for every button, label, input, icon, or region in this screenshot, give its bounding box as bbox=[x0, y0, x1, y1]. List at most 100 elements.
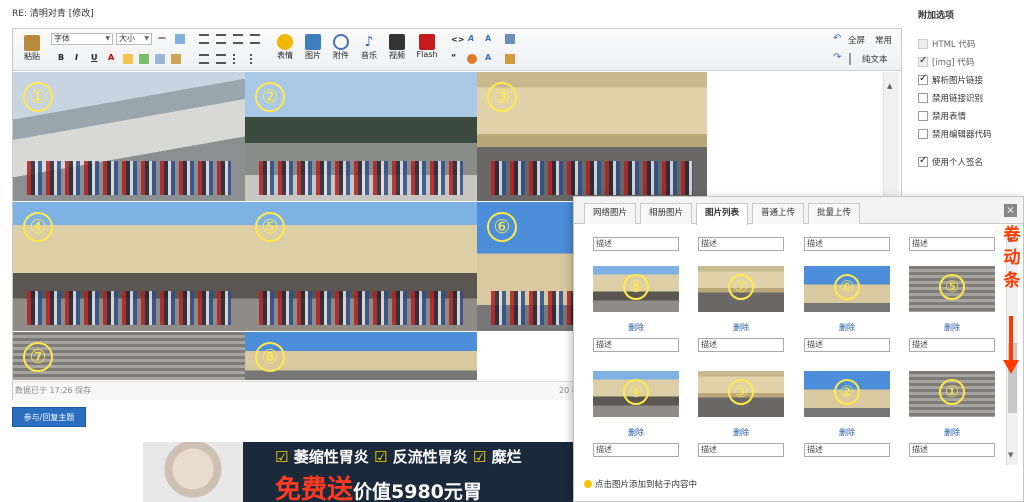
option-row[interactable]: [img] 代码 bbox=[918, 53, 1024, 71]
align-center-icon[interactable] bbox=[216, 34, 226, 44]
image-thumbnail[interactable]: ② bbox=[804, 371, 890, 417]
delete-link[interactable]: 删除 bbox=[909, 322, 995, 333]
image-thumbnail[interactable]: ⑥ bbox=[804, 266, 890, 312]
option-row[interactable]: 禁用链接识别 bbox=[918, 89, 1024, 107]
description-input[interactable]: 描述 bbox=[804, 338, 890, 352]
delete-link[interactable]: 删除 bbox=[698, 322, 784, 333]
fullscreen-button[interactable]: 全屏 bbox=[848, 34, 865, 46]
paste-button[interactable]: 粘贴 bbox=[21, 35, 43, 62]
editor-photo-7[interactable]: ⑦ bbox=[13, 332, 245, 380]
reply-button[interactable]: 参与/回复主题 bbox=[12, 407, 86, 427]
outdent-icon[interactable] bbox=[216, 54, 226, 64]
template-icon[interactable] bbox=[505, 54, 515, 64]
undo-icon[interactable]: ↶ bbox=[833, 33, 841, 44]
music-button[interactable]: ♪ 音乐 bbox=[357, 34, 381, 61]
code-icon[interactable]: <> bbox=[451, 35, 464, 44]
bold-button[interactable]: B bbox=[58, 53, 64, 62]
delete-link[interactable]: 删除 bbox=[593, 427, 679, 438]
table-icon[interactable] bbox=[175, 34, 185, 44]
redo-icon[interactable]: ↷ bbox=[833, 52, 841, 63]
quote-icon[interactable]: “ bbox=[451, 53, 456, 62]
tab-batch-upload[interactable]: 批量上传 bbox=[808, 203, 860, 224]
attach-button[interactable]: 附件 bbox=[329, 34, 353, 61]
editor-photo-1[interactable]: ① bbox=[13, 72, 245, 201]
image-button[interactable]: 图片 bbox=[301, 34, 325, 61]
option-checkbox[interactable] bbox=[918, 39, 928, 49]
font-style-icon[interactable]: A bbox=[468, 34, 474, 43]
indent-icon[interactable] bbox=[199, 54, 209, 64]
align-justify-icon[interactable] bbox=[250, 34, 260, 44]
image-thumbnail[interactable]: ③ bbox=[698, 371, 784, 417]
document-icon[interactable] bbox=[505, 34, 515, 44]
description-input[interactable]: 描述 bbox=[804, 443, 890, 457]
image-thumbnail[interactable]: ⑧ bbox=[593, 266, 679, 312]
emoji-button[interactable]: 表情 bbox=[273, 34, 297, 61]
delete-link[interactable]: 删除 bbox=[698, 427, 784, 438]
description-input[interactable]: 描述 bbox=[593, 338, 679, 352]
unordered-list-icon[interactable] bbox=[250, 54, 260, 64]
close-icon[interactable]: × bbox=[1004, 204, 1017, 217]
editor-photo-8[interactable]: ⑧ bbox=[245, 332, 477, 380]
superscript-icon[interactable]: A bbox=[485, 34, 491, 43]
flash-button[interactable]: Flash bbox=[413, 34, 441, 59]
scroll-up-icon[interactable]: ▲ bbox=[887, 82, 892, 90]
option-checkbox[interactable] bbox=[918, 93, 928, 103]
option-checkbox[interactable] bbox=[918, 55, 928, 67]
description-input[interactable]: 描述 bbox=[698, 443, 784, 457]
option-row[interactable]: 使用个人签名 bbox=[918, 153, 1024, 171]
font-select[interactable]: 字体 ▼ bbox=[51, 33, 113, 45]
description-input[interactable]: 描述 bbox=[909, 443, 995, 457]
option-row[interactable]: 禁用表情 bbox=[918, 107, 1024, 125]
video-button[interactable]: 视频 bbox=[385, 34, 409, 61]
highlight-icon[interactable] bbox=[123, 54, 133, 64]
align-right-icon[interactable] bbox=[233, 34, 243, 44]
description-input[interactable]: 描述 bbox=[804, 237, 890, 251]
hide-icon[interactable] bbox=[467, 54, 477, 64]
image-thumbnail[interactable]: ⑤ bbox=[909, 266, 995, 312]
option-row[interactable]: HTML 代码 bbox=[918, 35, 1024, 53]
font-color-button[interactable]: A bbox=[108, 53, 114, 62]
link-icon[interactable] bbox=[139, 54, 149, 64]
option-checkbox[interactable] bbox=[918, 73, 928, 85]
eraser-icon[interactable] bbox=[171, 54, 181, 64]
chevron-down-icon: ▼ bbox=[144, 35, 149, 42]
description-input[interactable]: 描述 bbox=[593, 237, 679, 251]
image-thumbnail[interactable]: ① bbox=[909, 371, 995, 417]
editor-photo-3[interactable]: ③ bbox=[477, 72, 707, 201]
delete-link[interactable]: 删除 bbox=[804, 322, 890, 333]
editor-photo-5[interactable]: ⑤ bbox=[245, 202, 477, 331]
option-row[interactable]: 禁用编辑器代码 bbox=[918, 125, 1024, 143]
tab-network-image[interactable]: 网络图片 bbox=[584, 203, 636, 224]
scroll-down-icon[interactable]: ▼ bbox=[1008, 451, 1013, 459]
editor-photo-2[interactable]: ② bbox=[245, 72, 477, 201]
align-left-icon[interactable] bbox=[199, 34, 209, 44]
image-thumbnail[interactable]: ⑦ bbox=[698, 266, 784, 312]
delete-link[interactable]: 删除 bbox=[593, 322, 679, 333]
description-input[interactable]: 描述 bbox=[909, 338, 995, 352]
tab-image-list[interactable]: 图片列表 bbox=[696, 203, 748, 225]
option-row[interactable]: 解析图片链接 bbox=[918, 71, 1024, 89]
common-button[interactable]: 常用 bbox=[875, 34, 892, 46]
horizontal-rule-icon[interactable]: — bbox=[158, 33, 166, 42]
underline-button[interactable]: U bbox=[91, 53, 98, 62]
description-input[interactable]: 描述 bbox=[698, 237, 784, 251]
tab-normal-upload[interactable]: 普通上传 bbox=[752, 203, 804, 224]
unlink-icon[interactable] bbox=[155, 54, 165, 64]
editor-photo-4[interactable]: ④ bbox=[13, 202, 245, 331]
plaintext-checkbox[interactable] bbox=[849, 53, 851, 65]
option-checkbox[interactable] bbox=[918, 111, 928, 121]
tab-album-image[interactable]: 相册图片 bbox=[640, 203, 692, 224]
subscript-icon[interactable]: A bbox=[485, 53, 491, 62]
option-checkbox[interactable] bbox=[918, 129, 928, 139]
description-input[interactable]: 描述 bbox=[909, 237, 995, 251]
image-thumbnail[interactable]: ④ bbox=[593, 371, 679, 417]
ordered-list-icon[interactable] bbox=[233, 54, 243, 64]
delete-link[interactable]: 删除 bbox=[909, 427, 995, 438]
size-select[interactable]: 大小 ▼ bbox=[116, 33, 152, 45]
option-checkbox[interactable] bbox=[918, 155, 928, 167]
description-input[interactable]: 描述 bbox=[593, 443, 679, 457]
italic-button[interactable]: I bbox=[75, 53, 78, 62]
delete-link[interactable]: 删除 bbox=[804, 427, 890, 438]
advertisement-banner[interactable]: ☑ 萎缩性胃炎 ☑ 反流性胃炎 ☑ 糜烂 免费送价值5980元胃 bbox=[143, 442, 573, 502]
description-input[interactable]: 描述 bbox=[698, 338, 784, 352]
